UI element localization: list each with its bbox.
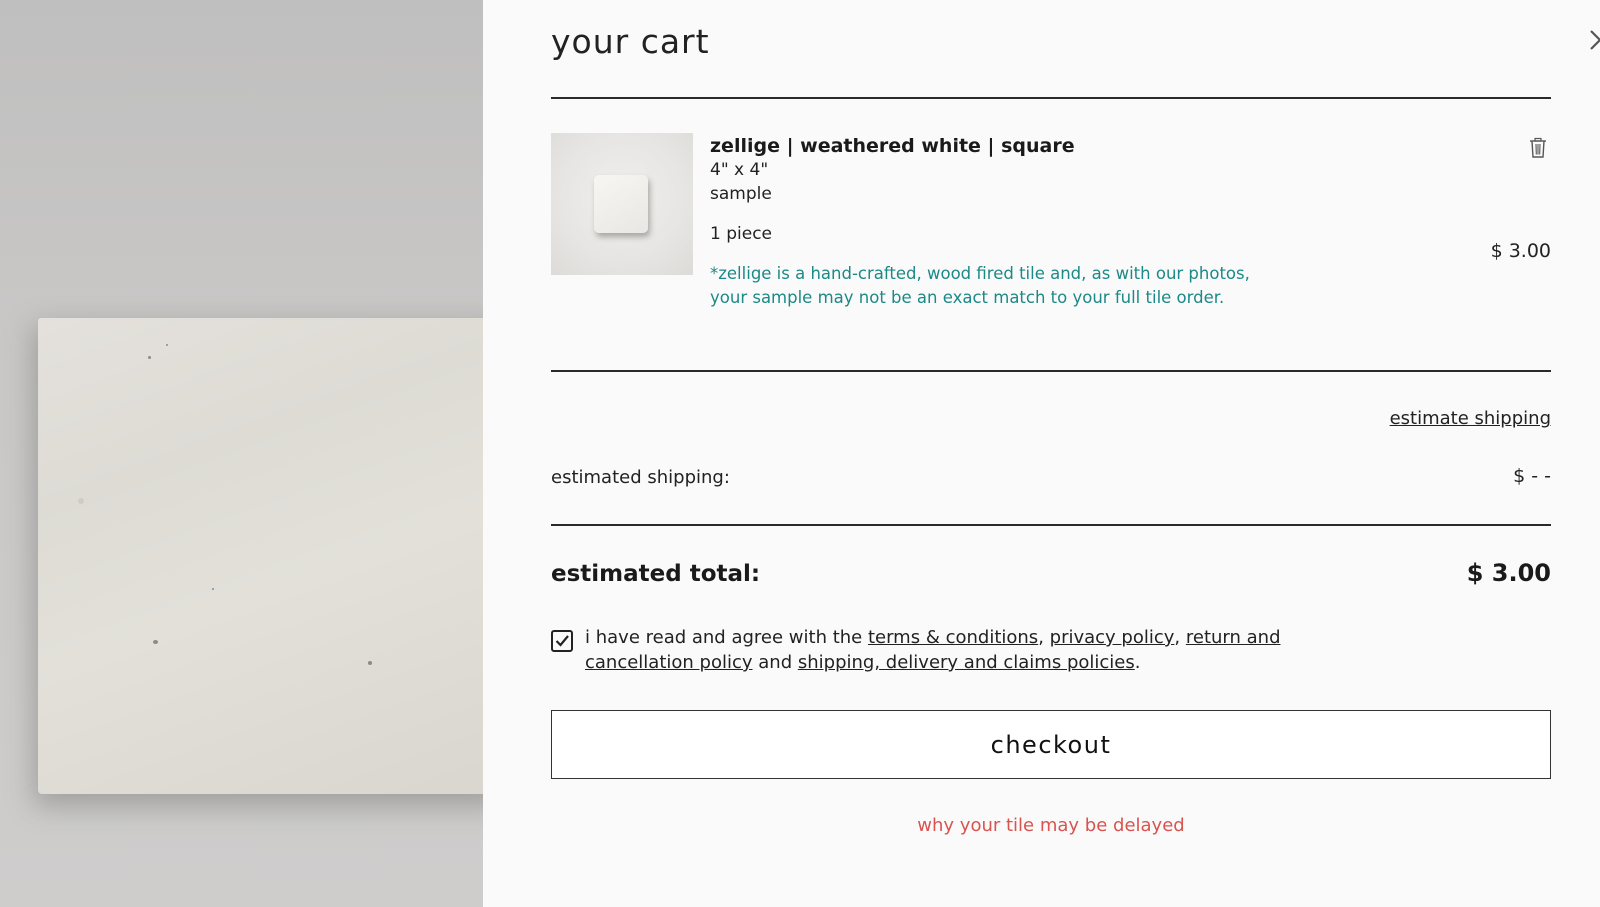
close-icon[interactable] (1587, 27, 1600, 53)
agree-checkbox[interactable] (551, 630, 573, 652)
agree-and: and (758, 652, 793, 673)
product-backdrop-image (0, 0, 483, 907)
terms-link[interactable]: terms & conditions (868, 627, 1038, 648)
agree-text: i have read and agree with the terms & c… (585, 627, 1281, 673)
estimate-shipping-link[interactable]: estimate shipping (1390, 408, 1551, 429)
terms-agreement: i have read and agree with the terms & c… (551, 625, 1291, 675)
item-thumbnail[interactable] (551, 133, 693, 275)
item-quantity: 1 piece (710, 224, 772, 244)
agree-prefix: i have read and agree with the (585, 627, 863, 648)
cart-drawer: your cart zellige | weathered white | sq… (483, 0, 1600, 907)
tile-speck (153, 640, 158, 644)
total-value: $ 3.00 (1466, 559, 1551, 587)
privacy-link[interactable]: privacy policy (1050, 627, 1175, 648)
checkout-button[interactable]: checkout (551, 710, 1551, 779)
divider (551, 97, 1551, 99)
shipping-value: $ - - (1513, 465, 1551, 487)
item-name: zellige | weathered white | square (710, 135, 1075, 157)
tile-speck (368, 661, 372, 665)
item-size: 4" x 4" (710, 160, 769, 180)
divider (551, 370, 1551, 372)
sample-tile-image (594, 175, 648, 233)
item-price: $ 3.00 (1490, 240, 1551, 262)
item-type: sample (710, 184, 772, 204)
tile-photo (38, 318, 483, 794)
cart-item-details: zellige | weathered white | square 4" x … (710, 134, 1270, 310)
shipping-label: estimated shipping: (551, 467, 730, 488)
agree-suffix: . (1134, 652, 1141, 673)
total-label: estimated total: (551, 561, 761, 587)
tile-speck (166, 344, 168, 346)
divider (551, 524, 1551, 526)
trash-icon[interactable] (1528, 137, 1548, 159)
cart-title: your cart (551, 22, 710, 61)
tile-delay-link[interactable]: why your tile may be delayed (551, 815, 1551, 836)
tile-speck (148, 356, 151, 359)
tile-speck (212, 588, 214, 590)
shipping-policy-link[interactable]: shipping, delivery and claims policies (798, 652, 1135, 673)
tile-speck (78, 498, 84, 504)
item-note: *zellige is a hand-crafted, wood fired t… (710, 264, 1250, 307)
